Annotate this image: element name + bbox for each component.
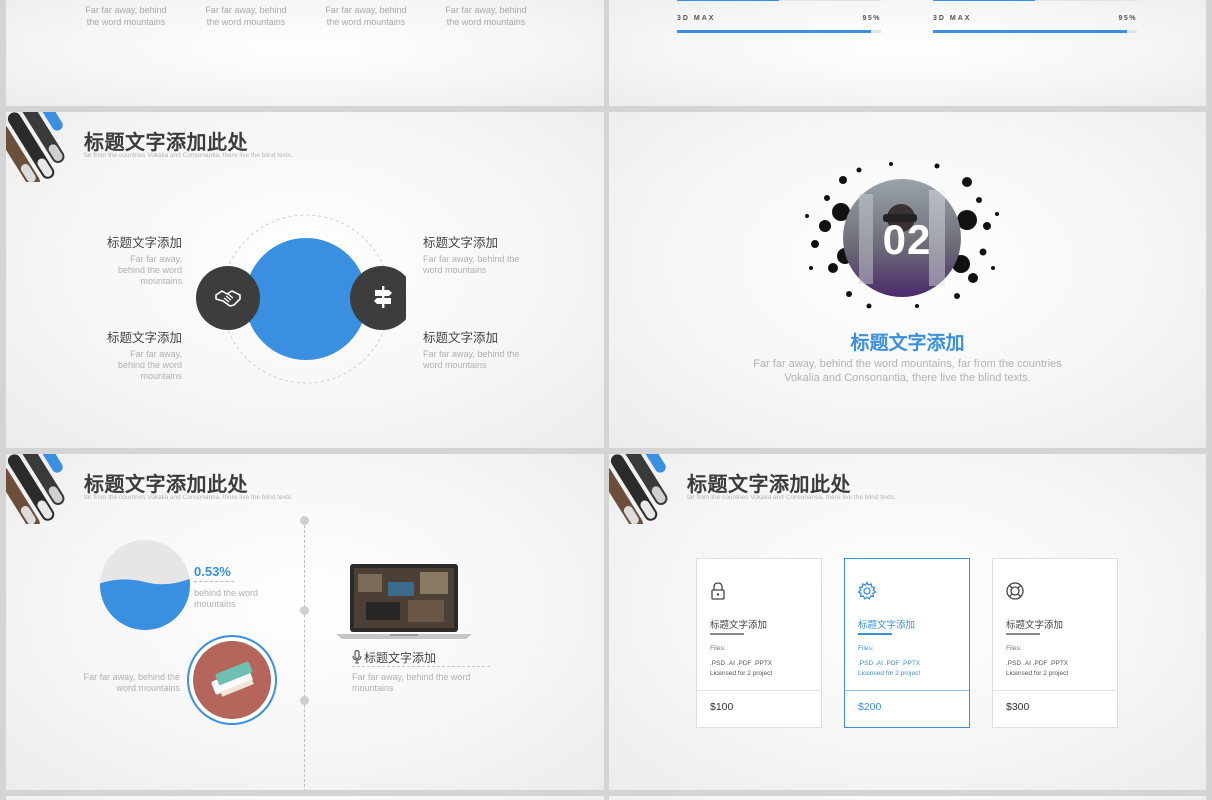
skill-percent-1: 95% xyxy=(862,15,881,22)
section-desc-line-2: Vokalia and Consonantia, there live the … xyxy=(784,372,1031,384)
item-desc: Far far away, behind the word mountains xyxy=(423,254,520,275)
card-title: 标题文字添加 xyxy=(858,620,916,631)
slide-title: 标题文字添加此处 xyxy=(687,472,851,496)
slide-subtitle: far from the countries Vokalia and Conso… xyxy=(84,494,293,501)
item-desc: Far far away, behind the word mountains xyxy=(117,349,182,381)
section-title: 标题文字添加 xyxy=(850,332,965,354)
microphone-icon xyxy=(352,650,362,664)
slide-subtitle: far from the countries Vokalia and Conso… xyxy=(84,152,293,159)
laptop-image xyxy=(336,564,472,639)
handshake-icon xyxy=(215,290,241,307)
gear-icon xyxy=(857,581,877,600)
slide-thumbnail-circles[interactable]: 标题文字添加此处 far from the countries Vokalia … xyxy=(6,112,604,448)
item-top-right: 标题文字添加 Far far away, behind the word mou… xyxy=(423,232,553,276)
item-desc: Far far away, behind the word mountains xyxy=(423,349,520,370)
card-title: 标题文字添加 xyxy=(710,620,768,631)
skill-bar-fill-1 xyxy=(677,30,871,33)
card-license: Licensed for 2 project xyxy=(710,670,773,677)
item-title: 标题文字添加 xyxy=(106,330,182,345)
slide-thumbnail-timeline[interactable]: 标题文字添加此处 far from the countries Vokalia … xyxy=(6,454,604,790)
feature-desc-3: Far far away, behind the word mountains xyxy=(325,5,407,27)
section-desc-line-1: Far far away, behind the word mountains,… xyxy=(753,358,1062,370)
card-formats: .PSD .AI .PDF .PPTX xyxy=(1006,660,1069,667)
pill-decoration-image xyxy=(609,454,668,524)
item-desc: Far far away, behind the word mountains xyxy=(117,254,182,286)
right-desc: Far far away, behind the word mountains xyxy=(352,672,471,693)
item-bottom-right: 标题文字添加 Far far away, behind the word mou… xyxy=(423,327,553,371)
card-title: 标题文字添加 xyxy=(1006,620,1064,631)
slide-thumbnail-bottom-right[interactable] xyxy=(609,796,1206,800)
skill-percent-2: 95% xyxy=(1118,15,1137,22)
item-bottom-left: 标题文字添加 Far far away, behind the word mou… xyxy=(46,327,182,382)
card-price: $200 xyxy=(858,701,882,713)
slide-title: 标题文字添加此处 xyxy=(84,130,248,154)
slide-subtitle: far from the countries Vokalia and Conso… xyxy=(687,494,896,501)
feature-desc-1: Far far away, behind the word mountains xyxy=(85,5,167,27)
timeline-dot xyxy=(300,606,309,615)
card-files-label: Files: xyxy=(858,645,874,652)
skill-bar-track-2 xyxy=(933,30,1137,33)
right-title: 标题文字添加 xyxy=(364,651,437,665)
card-formats: .PSD .AI .PDF .PPTX xyxy=(858,660,921,667)
card-files-label: Files: xyxy=(1006,645,1022,652)
skill-name-1: 3D MAX xyxy=(677,15,716,22)
percent-desc: behind the word mountains xyxy=(194,588,259,609)
feature-desc-4: Far far away, behind the word mountains xyxy=(445,5,527,27)
card-license: Licensed for 2 project xyxy=(858,670,921,677)
pill-decoration-image xyxy=(6,112,65,182)
wave-fill-circle xyxy=(100,540,190,630)
price-card-3[interactable]: 标题文字添加 Files: .PSD .AI .PDF .PPTX Licens… xyxy=(992,558,1118,728)
timeline-dot xyxy=(300,696,309,705)
feature-desc-2: Far far away, behind the word mountains xyxy=(205,5,287,27)
card-files-label: Files: xyxy=(710,645,726,652)
slide-thumbnail-top-right[interactable]: 3D MAX 95% 3D MAX 95% xyxy=(609,0,1206,106)
skill-name-2: 3D MAX xyxy=(933,15,972,22)
item-title: 标题文字添加 xyxy=(106,235,182,250)
item-top-left: 标题文字添加 Far far away, behind the word mou… xyxy=(46,232,182,287)
section-number: 02 xyxy=(882,216,932,263)
card-license: Licensed for 2 project xyxy=(1006,670,1069,677)
skill-bar-track-1 xyxy=(677,30,881,33)
price-card-2[interactable]: 标题文字添加 Files: .PSD .AI .PDF .PPTX Licens… xyxy=(844,558,970,728)
lock-icon xyxy=(711,582,725,600)
item-title: 标题文字添加 xyxy=(423,330,499,345)
item-title: 标题文字添加 xyxy=(423,235,499,250)
lifebuoy-icon xyxy=(1006,582,1024,600)
skill-bar-fill-2 xyxy=(933,30,1127,33)
slide-thumbnail-pricing[interactable]: 标题文字添加此处 far from the countries Vokalia … xyxy=(609,454,1206,790)
slide-thumbnail-bottom-left[interactable] xyxy=(6,796,604,800)
price-card-1[interactable]: 标题文字添加 Files: .PSD .AI .PDF .PPTX Licens… xyxy=(696,558,822,728)
slide-title: 标题文字添加此处 xyxy=(84,472,248,496)
timeline-dot xyxy=(300,516,309,525)
slide-thumbnail-top-left[interactable]: Far far away, behind the word mountains … xyxy=(6,0,604,106)
card-price: $100 xyxy=(710,701,734,713)
slide-thumbnail-section[interactable]: 02 标题文字添加 Far far away, behind the word … xyxy=(609,112,1206,448)
card-price: $300 xyxy=(1006,701,1030,713)
signpost-icon xyxy=(374,286,392,308)
percent-value: 0.53% xyxy=(194,564,231,579)
card-formats: .PSD .AI .PDF .PPTX xyxy=(710,660,773,667)
pill-decoration-image xyxy=(6,454,65,524)
timeline-line xyxy=(304,520,305,790)
books-photo-circle xyxy=(187,635,277,725)
left-desc: Far far away, behind the word mountains xyxy=(83,672,180,693)
center-blue-circle xyxy=(245,238,367,360)
